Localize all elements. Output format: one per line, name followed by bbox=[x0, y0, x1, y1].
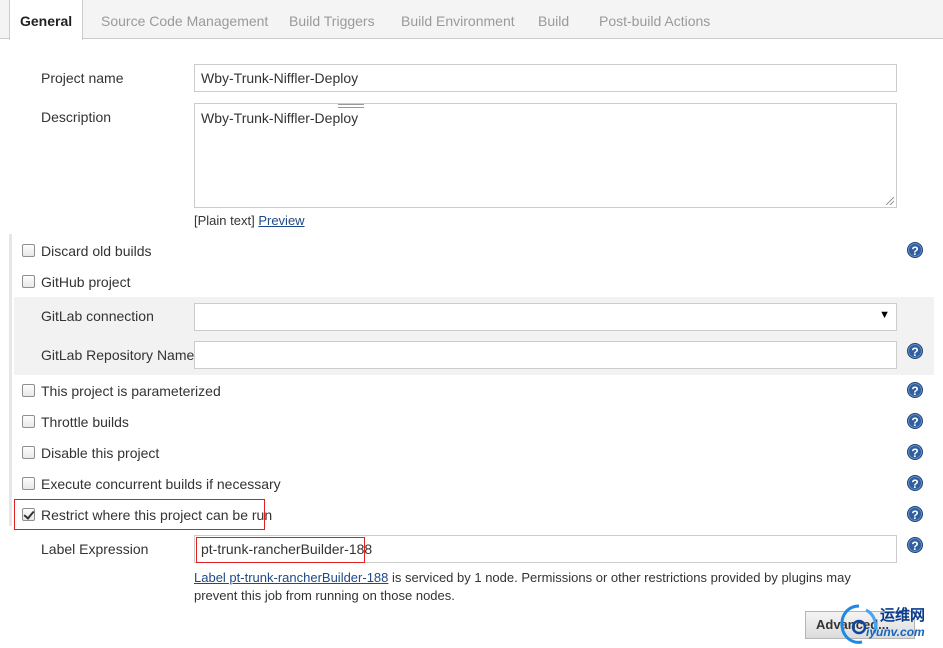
description-text: Wby-Trunk-Niffler-Deploy bbox=[201, 110, 359, 126]
github-project-label: GitHub project bbox=[41, 274, 131, 290]
restrict-label: Restrict where this project can be run bbox=[41, 507, 273, 523]
concurrent-builds-label: Execute concurrent builds if necessary bbox=[41, 476, 281, 492]
help-icon[interactable]: ? bbox=[907, 343, 923, 359]
help-icon[interactable]: ? bbox=[907, 382, 923, 398]
tab-build[interactable]: Build bbox=[528, 0, 579, 39]
gitlab-connection-select[interactable]: ▼ bbox=[194, 303, 897, 331]
watermark-title: 运维网 bbox=[880, 607, 926, 624]
help-icon[interactable]: ? bbox=[907, 242, 923, 258]
description-format: [Plain text] Preview bbox=[194, 213, 305, 228]
description-textarea[interactable]: Wby-Trunk-Niffler-Deploy bbox=[194, 103, 897, 208]
help-icon[interactable]: ? bbox=[907, 413, 923, 429]
throttle-builds-label: Throttle builds bbox=[41, 414, 129, 430]
dropdown-arrow-icon: ▼ bbox=[879, 309, 890, 321]
disable-project-checkbox[interactable] bbox=[22, 446, 35, 459]
help-icon[interactable]: ? bbox=[907, 506, 923, 522]
help-icon[interactable]: ? bbox=[907, 537, 923, 553]
gitlab-connection-label: GitLab connection bbox=[41, 308, 154, 324]
tab-source-code-management[interactable]: Source Code Management bbox=[91, 0, 278, 39]
textarea-resize-handle[interactable] bbox=[338, 104, 364, 108]
github-project-checkbox[interactable] bbox=[22, 275, 35, 288]
parameterized-label: This project is parameterized bbox=[41, 383, 221, 399]
tab-general[interactable]: General bbox=[9, 0, 84, 40]
disable-project-label: Disable this project bbox=[41, 445, 160, 461]
gitlab-repo-input[interactable] bbox=[194, 341, 897, 369]
discard-old-builds-label: Discard old builds bbox=[41, 243, 152, 259]
tab-post-build-actions[interactable]: Post-build Actions bbox=[589, 0, 720, 39]
tab-build-environment[interactable]: Build Environment bbox=[391, 0, 525, 39]
site-watermark: 运维网 iyunv.com bbox=[836, 600, 943, 648]
project-name-input[interactable] bbox=[194, 64, 897, 92]
concurrent-builds-checkbox[interactable] bbox=[22, 477, 35, 490]
resize-grip-icon[interactable] bbox=[886, 197, 894, 205]
parameterized-checkbox[interactable] bbox=[22, 384, 35, 397]
label-info-link[interactable]: Label pt-trunk-rancherBuilder-188 bbox=[194, 570, 388, 585]
tab-bar: General Source Code Management Build Tri… bbox=[0, 0, 943, 40]
discard-old-builds-checkbox[interactable] bbox=[22, 244, 35, 257]
restrict-checkbox[interactable] bbox=[22, 508, 35, 521]
help-icon[interactable]: ? bbox=[907, 475, 923, 491]
gitlab-repo-label: GitLab Repository Name bbox=[41, 347, 195, 363]
section-indent-bar bbox=[9, 234, 12, 526]
throttle-builds-checkbox[interactable] bbox=[22, 415, 35, 428]
tab-build-triggers[interactable]: Build Triggers bbox=[279, 0, 385, 39]
label-expression-highlight-box bbox=[196, 537, 365, 563]
label-info-text: Label pt-trunk-rancherBuilder-188 is ser… bbox=[194, 569, 874, 605]
preview-link[interactable]: Preview bbox=[258, 213, 304, 228]
label-expression-label: Label Expression bbox=[41, 541, 149, 557]
project-name-label: Project name bbox=[41, 70, 124, 86]
watermark-domain: iyunv.com bbox=[866, 625, 925, 639]
help-icon[interactable]: ? bbox=[907, 444, 923, 460]
description-label: Description bbox=[41, 109, 112, 125]
plain-text-label: [Plain text] bbox=[194, 213, 255, 228]
